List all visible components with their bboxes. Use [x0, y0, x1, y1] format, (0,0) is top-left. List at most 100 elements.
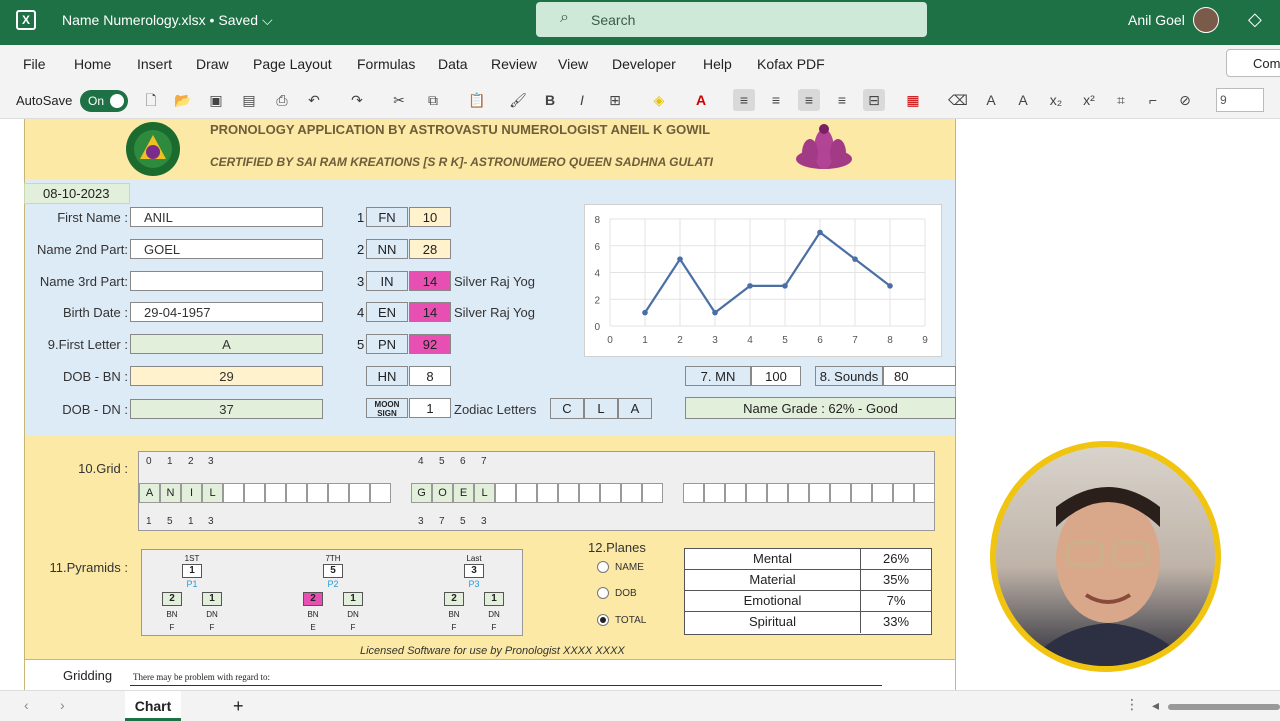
table-icon[interactable]: ▦	[902, 89, 924, 111]
first-letter-field[interactable]: A	[130, 334, 323, 354]
code-value[interactable]: 8	[409, 366, 451, 386]
save-as-icon[interactable]: ▤	[238, 89, 260, 111]
grid-cell-empty	[516, 483, 537, 503]
code-value[interactable]: 92	[409, 334, 451, 354]
code-value[interactable]: 14	[409, 271, 451, 291]
bold-icon[interactable]: B	[539, 89, 561, 111]
align-right-icon[interactable]: ≡	[831, 89, 853, 111]
gridding-label: Gridding	[63, 668, 113, 683]
user-name[interactable]: Anil Goel	[1128, 12, 1185, 28]
print-icon[interactable]: ⎙	[271, 89, 293, 111]
add-sheet-button[interactable]: +	[233, 696, 244, 717]
numerology-line-chart[interactable]: 0 2 4 6 8 0 1 2 3 4 5 6 7 8 9	[584, 204, 942, 357]
align-left-icon[interactable]: ≡	[733, 89, 755, 111]
chart-point	[852, 256, 858, 262]
more-options-icon[interactable]: ⋮	[1125, 696, 1139, 713]
menu-file[interactable]: File	[23, 56, 46, 72]
paste-icon[interactable]: 📋	[466, 89, 488, 111]
plane-name: Material	[685, 570, 861, 591]
menu-view[interactable]: View	[558, 56, 588, 72]
birth-date-field[interactable]: 29-04-1957	[130, 302, 323, 322]
search-box[interactable]: ⌕ Search	[536, 2, 927, 37]
first-name-field[interactable]: ANIL	[130, 207, 323, 227]
menu-developer[interactable]: Developer	[612, 56, 676, 72]
zodiac-letter: A	[618, 398, 652, 419]
align-center-icon[interactable]: ≡	[765, 89, 787, 111]
grid-cell: G	[411, 483, 432, 503]
pyramid-title: Last	[466, 554, 482, 563]
menu-review[interactable]: Review	[491, 56, 537, 72]
grid-cell-empty	[830, 483, 851, 503]
fill-color-icon[interactable]: ◈	[648, 89, 670, 111]
clear-format-icon[interactable]: ⌫	[947, 89, 969, 111]
grid-cell-empty	[767, 483, 788, 503]
crop-icon[interactable]: ⌗	[1110, 89, 1132, 111]
open-folder-icon[interactable]: 📂	[172, 89, 194, 111]
menu-data[interactable]: Data	[438, 56, 468, 72]
chart-point	[642, 309, 648, 316]
name-3rd-part-field[interactable]	[130, 271, 323, 291]
format-painter-icon[interactable]: 🖌	[507, 89, 529, 111]
code-value[interactable]: 10	[409, 207, 451, 227]
name-2nd-part-field[interactable]: GOEL	[130, 239, 323, 259]
chart-y-tick: 6	[594, 242, 600, 253]
presenter-video	[996, 447, 1215, 666]
code-label: FN	[366, 207, 408, 227]
menu-page-layout[interactable]: Page Layout	[253, 56, 332, 72]
pyramid-bn-element: F	[451, 623, 457, 632]
merge-center-icon[interactable]: ⊟	[863, 89, 885, 111]
new-file-icon[interactable]: 🗋	[140, 89, 162, 111]
scroll-right-icon[interactable]: ›	[60, 697, 65, 713]
font-size-select[interactable]: 9	[1216, 88, 1264, 112]
superscript-icon[interactable]: x²	[1078, 89, 1100, 111]
save-icon[interactable]: ▣	[205, 89, 227, 111]
code-value[interactable]: 28	[409, 239, 451, 259]
dob-dn-field[interactable]: 37	[130, 399, 323, 419]
grid-bottom-digit: 3	[481, 516, 487, 527]
tab-chart[interactable]: Chart	[125, 691, 181, 721]
sounds-value[interactable]: 80	[883, 366, 956, 386]
radio-name[interactable]	[597, 561, 609, 573]
italic-icon[interactable]: I	[571, 89, 593, 111]
title-bar: X Name Numerology.xlsx • Saved ⌵ ⌕ Searc…	[0, 0, 1280, 45]
autosave-toggle[interactable]: On	[80, 90, 128, 112]
radio-dob[interactable]	[597, 587, 609, 599]
moon-sign-value[interactable]: 1	[409, 398, 451, 418]
menu-home[interactable]: Home	[74, 56, 111, 72]
code-value[interactable]: 14	[409, 302, 451, 322]
worksheet[interactable]: PRONOLOGY APPLICATION BY ASTROVASTU NUME…	[0, 119, 1280, 690]
grid-bottom-digit: 7	[439, 516, 445, 527]
premium-diamond-icon[interactable]: ◇	[1248, 9, 1262, 30]
subscript-icon[interactable]: x₂	[1045, 89, 1067, 111]
grid-cell-empty	[265, 483, 286, 503]
resize-icon[interactable]: ⌐	[1142, 89, 1164, 111]
undo-icon[interactable]: ↶	[303, 89, 325, 111]
cut-icon[interactable]: ✂	[388, 89, 410, 111]
font-color-icon[interactable]: A	[690, 89, 712, 111]
increase-font-icon[interactable]: A	[980, 89, 1002, 111]
date-cell[interactable]: 08-10-2023	[24, 183, 130, 204]
comments-button[interactable]: Com	[1226, 49, 1280, 77]
clear-icon[interactable]: ⊘	[1174, 89, 1196, 111]
copy-icon[interactable]: ⧉	[422, 89, 444, 111]
dob-bn-field[interactable]: 29	[130, 366, 323, 386]
menu-formulas[interactable]: Formulas	[357, 56, 415, 72]
menu-draw[interactable]: Draw	[196, 56, 229, 72]
menu-bar: File Home Insert Draw Page Layout Formul…	[0, 45, 1280, 83]
align-middle-icon[interactable]: ≡	[798, 89, 820, 111]
menu-insert[interactable]: Insert	[137, 56, 172, 72]
borders-icon[interactable]: ⊞	[604, 89, 626, 111]
decrease-font-icon[interactable]: A	[1012, 89, 1034, 111]
grid-bottom-digit: 1	[146, 516, 152, 527]
horizontal-scrollbar[interactable]	[1168, 704, 1280, 710]
menu-kofax-pdf[interactable]: Kofax PDF	[757, 56, 825, 72]
scroll-left-icon[interactable]: ‹	[24, 697, 29, 713]
document-title[interactable]: Name Numerology.xlsx • Saved ⌵	[62, 12, 273, 29]
menu-help[interactable]: Help	[703, 56, 732, 72]
hscroll-left-icon[interactable]: ◂	[1152, 697, 1159, 714]
mn-value[interactable]: 100	[751, 366, 801, 386]
plane-value: 33%	[882, 614, 910, 629]
user-avatar[interactable]	[1193, 7, 1219, 33]
radio-total[interactable]	[597, 614, 609, 626]
redo-icon[interactable]: ↷	[346, 89, 368, 111]
